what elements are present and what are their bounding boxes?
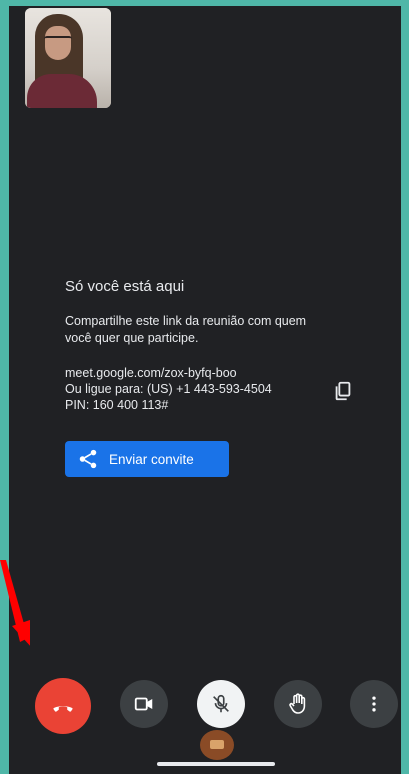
self-video-tile[interactable] [25, 8, 111, 108]
call-controls-bar [9, 672, 401, 734]
share-message: Compartilhe este link da reunião com que… [65, 314, 307, 345]
videocam-icon [134, 697, 153, 711]
video-icon-badge [210, 740, 224, 749]
raise-hand-button[interactable] [274, 680, 322, 728]
send-invite-button[interactable]: Enviar convite [65, 441, 229, 477]
copy-link-button[interactable] [332, 380, 354, 402]
annotation-arrow-icon [0, 560, 30, 646]
more-options-button[interactable] [350, 680, 398, 728]
mic-toggle-button[interactable] [197, 680, 245, 728]
dial-in-number[interactable]: Ou ligue para: (US) +1 443-593-4504 [65, 381, 365, 397]
end-call-button[interactable] [35, 678, 91, 734]
minimized-self-view[interactable] [200, 730, 234, 760]
copy-icon [335, 381, 351, 401]
hand-icon [289, 693, 306, 714]
more-vert-icon [372, 696, 376, 712]
meeting-details: meet.google.com/zox-byfq-boo Ou ligue pa… [65, 365, 365, 413]
share-icon [79, 449, 97, 469]
only-you-title: Só você está aqui [65, 278, 185, 295]
meeting-pin: PIN: 160 400 113# [65, 398, 169, 412]
meet-screen: Só você está aqui Compartilhe este link … [9, 6, 401, 774]
invite-panel: Só você está aqui Compartilhe este link … [65, 278, 365, 477]
home-indicator[interactable] [157, 762, 275, 766]
call-end-icon [53, 706, 73, 712]
send-invite-label: Enviar convite [109, 451, 194, 467]
camera-toggle-button[interactable] [120, 680, 168, 728]
meeting-link[interactable]: meet.google.com/zox-byfq-boo [65, 365, 365, 381]
participant-glasses [44, 36, 72, 44]
mic-off-icon [213, 694, 229, 713]
